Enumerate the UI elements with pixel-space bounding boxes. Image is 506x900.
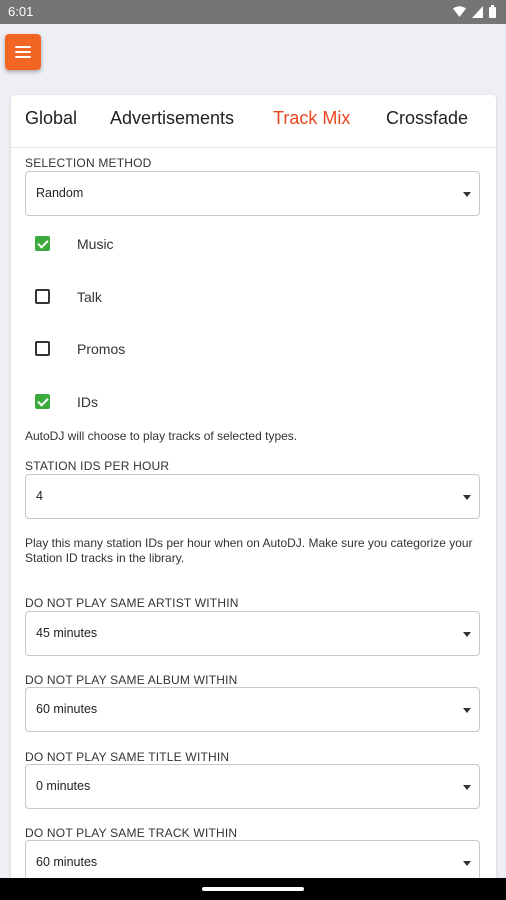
same-album-value: 60 minutes: [36, 702, 98, 716]
same-artist-select[interactable]: 45 minutes: [25, 611, 480, 656]
station-ids-help-text: Play this many station IDs per hour when…: [25, 536, 473, 565]
selection-method-label: SELECTION METHOD: [25, 156, 152, 170]
same-artist-value: 45 minutes: [36, 626, 98, 640]
dropdown-caret-icon: [463, 495, 471, 500]
dropdown-caret-icon: [463, 632, 471, 637]
dropdown-caret-icon: [463, 861, 471, 866]
selection-method-select[interactable]: Random: [25, 171, 480, 216]
checkbox-music[interactable]: [35, 236, 50, 251]
menu-icon-bar: [15, 51, 31, 53]
tab-global[interactable]: Global: [25, 108, 77, 129]
selection-method-value: Random: [36, 186, 84, 200]
same-title-value: 0 minutes: [36, 779, 91, 793]
same-album-select[interactable]: 60 minutes: [25, 687, 480, 732]
wifi-icon: [453, 5, 466, 17]
checkbox-promos[interactable]: [35, 341, 50, 356]
same-track-label: DO NOT PLAY SAME TRACK WITHIN: [25, 826, 238, 840]
settings-card: Global Advertisements Track Mix Crossfad…: [11, 95, 496, 885]
tab-track-mix[interactable]: Track Mix: [273, 108, 350, 129]
same-title-label: DO NOT PLAY SAME TITLE WITHIN: [25, 750, 230, 764]
same-artist-label: DO NOT PLAY SAME ARTIST WITHIN: [25, 596, 239, 610]
checkbox-ids[interactable]: [35, 394, 50, 409]
dropdown-caret-icon: [463, 708, 471, 713]
checkbox-label-music: Music: [77, 236, 114, 252]
home-gesture-handle[interactable]: [202, 887, 304, 891]
same-album-label: DO NOT PLAY SAME ALBUM WITHIN: [25, 673, 238, 687]
station-ids-value: 4: [36, 489, 43, 503]
menu-icon-bar: [15, 56, 31, 58]
checkbox-label-ids: IDs: [77, 394, 98, 410]
dropdown-caret-icon: [463, 785, 471, 790]
same-track-value: 60 minutes: [36, 855, 98, 869]
checkbox-label-talk: Talk: [77, 289, 102, 305]
station-ids-select[interactable]: 4: [25, 474, 480, 519]
status-time: 6:01: [8, 4, 34, 19]
dropdown-caret-icon: [463, 192, 471, 197]
status-icons: [453, 5, 496, 18]
tab-crossfade[interactable]: Crossfade: [386, 108, 468, 129]
checkbox-talk[interactable]: [35, 289, 50, 304]
checkbox-label-promos: Promos: [77, 341, 126, 357]
system-navigation-bar: [0, 878, 506, 900]
tab-bar: Global Advertisements Track Mix Crossfad…: [11, 95, 496, 148]
station-ids-label: STATION IDS PER HOUR: [25, 459, 170, 473]
menu-icon-bar: [15, 46, 31, 48]
hamburger-menu-button[interactable]: [5, 34, 41, 70]
same-title-select[interactable]: 0 minutes: [25, 764, 480, 809]
status-bar: 6:01: [0, 0, 506, 24]
battery-icon: [489, 5, 496, 18]
tab-advertisements[interactable]: Advertisements: [110, 108, 234, 129]
track-types-help-text: AutoDJ will choose to play tracks of sel…: [25, 429, 298, 443]
cellular-signal-icon: [472, 5, 483, 18]
